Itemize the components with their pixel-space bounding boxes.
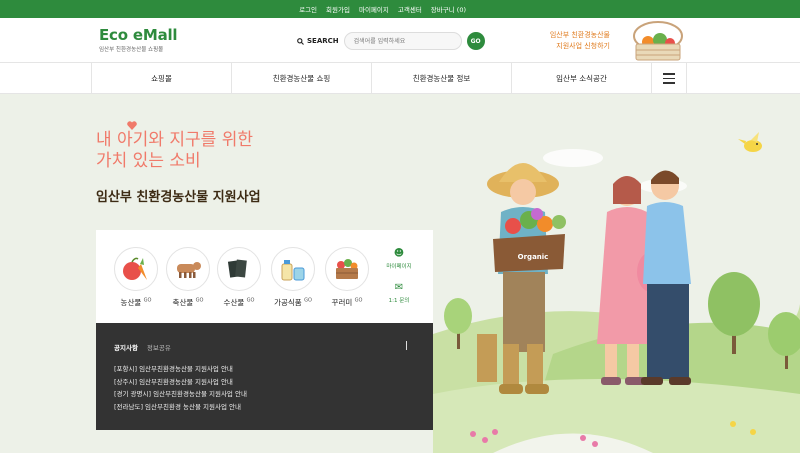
apply-line1: 임산부 친환경농산물 bbox=[549, 31, 610, 39]
more-button[interactable] bbox=[406, 341, 407, 350]
tab-notice[interactable]: 공지사항 bbox=[114, 342, 138, 352]
chat-icon: ✉ bbox=[394, 282, 404, 293]
notice-board: 공지사항 정보공유 [포항시] 임산부친환경농산물 지원사업 안내 [상주시] … bbox=[96, 323, 433, 430]
category-seafood[interactable]: 수산물 GO bbox=[217, 247, 261, 308]
notice-tabs: 공지사항 정보공유 bbox=[114, 342, 171, 352]
apply-link[interactable]: 임산부 친환경농산물 지원사업 신청하기 bbox=[530, 30, 610, 52]
nav-item-shopping-mall[interactable]: 쇼핑몰 bbox=[91, 63, 231, 94]
utility-bar: 로그인 회원가입 마이페이지 고객센터 장바구니 (0) bbox=[0, 0, 800, 18]
category-bundle[interactable]: 꾸러미 GO bbox=[325, 247, 369, 308]
nav-item-news[interactable]: 임산부 소식공간 bbox=[511, 63, 651, 94]
notice-list: [포항시] 임산부친환경농산물 지원사업 안내 [상주시] 임산부친환경농산물 … bbox=[114, 363, 247, 413]
search-icon bbox=[297, 37, 304, 45]
apply-line2: 지원사업 신청하기 bbox=[556, 42, 610, 50]
signup-link[interactable]: 회원가입 bbox=[326, 4, 350, 14]
cart-link[interactable]: 장바구니 (0) bbox=[431, 4, 466, 14]
logo-subtitle: 임산부 친환경농산물 쇼핑몰 bbox=[99, 47, 164, 53]
nav-item-eco-info[interactable]: 친환경농산물 정보 bbox=[371, 63, 511, 94]
basket-icon bbox=[336, 259, 358, 279]
category-panel: 농산물 GO 축산물 GO 수산물 GO 가공식품 GO 꾸러미 GO ☻ 마이… bbox=[96, 230, 433, 323]
category-livestock[interactable]: 축산물 GO bbox=[166, 247, 210, 308]
category-label: 수산물 bbox=[223, 298, 245, 307]
mypage-link[interactable]: 마이페이지 bbox=[359, 4, 389, 14]
inquiry-shortcut[interactable]: ✉ 1:1 문의 bbox=[379, 282, 419, 304]
organic-box-label: Organic bbox=[518, 253, 549, 261]
hero-slogan: 내 아기와 지구를 위한 가치 있는 소비 bbox=[96, 130, 253, 172]
notice-item[interactable]: [경기 광명시] 임산부친환경농산물 지원사업 안내 bbox=[114, 388, 247, 401]
hero-section: Organic 내 아기와 지구를 위한 가치 있는 소비 임산부 친환경농산물… bbox=[0, 94, 800, 453]
search-label-text: SEARCH bbox=[307, 37, 339, 45]
notice-item[interactable]: [상주시] 임산부친환경농산물 지원사업 안내 bbox=[114, 376, 247, 389]
cow-icon bbox=[177, 262, 201, 278]
main-nav: 쇼핑몰 친환경농산물 쇼핑 친환경농산물 정보 임산부 소식공간 bbox=[0, 62, 800, 94]
slogan-line2: 가치 있는 소비 bbox=[96, 151, 201, 171]
seaweed-icon bbox=[227, 259, 247, 278]
bird-icon bbox=[738, 132, 762, 152]
notice-item[interactable]: [포항시] 임산부친환경농산물 지원사업 안내 bbox=[114, 363, 247, 376]
login-link[interactable]: 로그인 bbox=[299, 4, 317, 14]
category-label: 가공식품 bbox=[274, 298, 302, 307]
category-label: 농산물 bbox=[120, 298, 142, 307]
mypage-shortcut[interactable]: ☻ 마이페이지 bbox=[379, 248, 419, 270]
hamburger-icon bbox=[663, 73, 675, 84]
menu-button[interactable] bbox=[651, 63, 687, 94]
processed-food-icon bbox=[281, 260, 305, 281]
search-go-button[interactable]: GO bbox=[466, 32, 485, 50]
hero-illustration: Organic bbox=[433, 132, 800, 453]
category-label: 축산물 bbox=[172, 298, 194, 307]
header: Eco eMall 임산부 친환경농산물 쇼핑몰 SEARCH GO 임산부 친… bbox=[0, 18, 800, 62]
search-bar: SEARCH GO bbox=[297, 32, 485, 50]
search-label: SEARCH bbox=[297, 37, 339, 45]
mypage-shortcut-label: 마이페이지 bbox=[386, 264, 412, 270]
category-processed-food[interactable]: 가공식품 GO bbox=[271, 247, 315, 308]
heart-icon bbox=[127, 121, 137, 130]
category-label: 꾸러미 bbox=[331, 298, 353, 307]
nav-item-eco-shopping[interactable]: 친환경농산물 쇼핑 bbox=[231, 63, 371, 94]
tab-info-share[interactable]: 정보공유 bbox=[147, 342, 171, 352]
user-icon: ☻ bbox=[393, 248, 405, 259]
notice-item[interactable]: [전라남도] 임산부친환경 농산물 지원사업 안내 bbox=[114, 401, 247, 414]
search-input[interactable] bbox=[343, 32, 462, 50]
inquiry-shortcut-label: 1:1 문의 bbox=[388, 298, 410, 304]
vegetable-basket-icon bbox=[633, 21, 683, 61]
slogan-line1: 내 아기와 지구를 위한 bbox=[96, 130, 253, 150]
logo-title: Eco eMall bbox=[99, 26, 178, 44]
vegetables-icon bbox=[123, 257, 147, 280]
logo[interactable]: Eco eMall 임산부 친환경농산물 쇼핑몰 bbox=[99, 26, 178, 53]
customer-center-link[interactable]: 고객센터 bbox=[398, 4, 422, 14]
hero-headline: 임산부 친환경농산물 지원사업 bbox=[96, 190, 261, 205]
category-agricultural[interactable]: 농산물 GO bbox=[114, 247, 158, 308]
